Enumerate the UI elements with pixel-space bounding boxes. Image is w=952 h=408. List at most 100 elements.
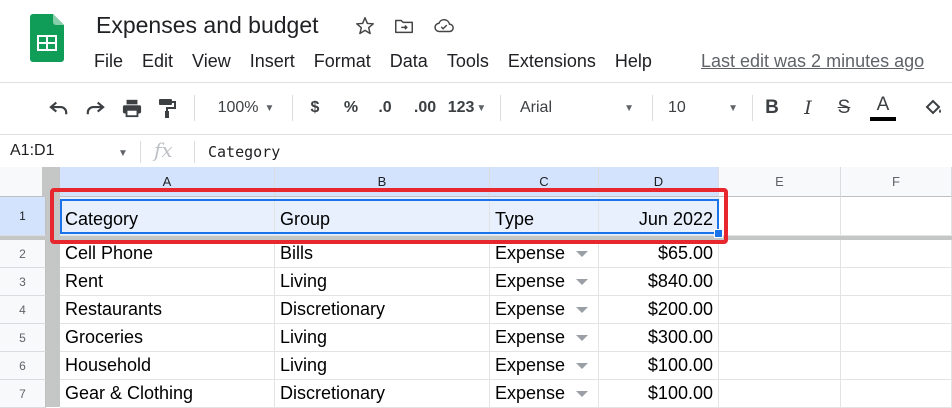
menu-help[interactable]: Help — [615, 51, 652, 73]
undo-icon[interactable] — [44, 83, 74, 133]
table-cell[interactable]: Gear & Clothing — [60, 380, 275, 408]
row-header[interactable]: 2 — [0, 240, 46, 268]
table-cell[interactable]: $200.00 — [599, 296, 719, 324]
table-cell[interactable] — [841, 380, 952, 408]
select-all-corner[interactable] — [0, 167, 46, 197]
row-header[interactable]: 4 — [0, 296, 46, 324]
cell-c1[interactable]: Type — [490, 197, 599, 236]
type-dropdown-cell[interactable]: Expense — [490, 240, 599, 268]
increase-decimal-button[interactable]: .00 — [408, 83, 442, 133]
zoom-select[interactable]: 100% ▼ — [210, 83, 282, 133]
menu-file[interactable]: File — [94, 51, 123, 73]
column-header-c[interactable]: C — [490, 167, 599, 197]
table-cell[interactable]: $65.00 — [599, 240, 719, 268]
table-cell[interactable]: $100.00 — [599, 380, 719, 408]
row-header[interactable]: 5 — [0, 324, 46, 352]
table-cell[interactable] — [841, 240, 952, 268]
column-header-e[interactable]: E — [719, 167, 841, 197]
table-cell[interactable]: Household — [60, 352, 275, 380]
table-cell[interactable]: Restaurants — [60, 296, 275, 324]
table-cell[interactable] — [841, 268, 952, 296]
menu-tools[interactable]: Tools — [447, 51, 489, 73]
fill-handle[interactable] — [714, 229, 723, 238]
table-cell[interactable]: Bills — [275, 240, 490, 268]
font-size-select[interactable]: 10 ▼ — [660, 83, 746, 133]
table-cell[interactable] — [719, 324, 841, 352]
move-folder-icon[interactable] — [392, 14, 416, 38]
text-color-button[interactable]: A — [866, 83, 900, 133]
type-dropdown-cell[interactable]: Expense — [490, 296, 599, 324]
table-cell[interactable]: $840.00 — [599, 268, 719, 296]
menu-edit[interactable]: Edit — [142, 51, 173, 73]
column-header-a[interactable]: A — [60, 167, 275, 197]
row-header[interactable]: 1 — [0, 197, 46, 236]
table-cell[interactable]: Groceries — [60, 324, 275, 352]
menu-view[interactable]: View — [192, 51, 231, 73]
type-dropdown-cell[interactable]: Expense — [490, 268, 599, 296]
cell-e1[interactable] — [719, 197, 841, 236]
type-dropdown-cell[interactable]: Expense — [490, 380, 599, 408]
cell-d1[interactable]: Jun 2022 — [599, 197, 719, 236]
menu-data[interactable]: Data — [390, 51, 428, 73]
dropdown-arrow-icon[interactable] — [576, 334, 588, 341]
row-header[interactable]: 6 — [0, 352, 46, 380]
strikethrough-button[interactable]: S — [830, 83, 858, 133]
table-cell[interactable]: Discretionary — [275, 380, 490, 408]
dropdown-arrow-icon[interactable] — [576, 250, 588, 257]
table-cell[interactable] — [719, 268, 841, 296]
dropdown-arrow-icon[interactable] — [576, 278, 588, 285]
star-icon[interactable] — [353, 14, 377, 38]
document-title[interactable]: Expenses and budget — [96, 12, 319, 39]
table-cell[interactable]: Living — [275, 268, 490, 296]
table-cell[interactable] — [719, 240, 841, 268]
table-cell[interactable] — [719, 380, 841, 408]
cell-f1[interactable] — [841, 197, 952, 236]
redo-icon[interactable] — [80, 83, 110, 133]
table-cell[interactable]: Living — [275, 324, 490, 352]
frozen-column-divider[interactable] — [46, 167, 60, 407]
column-header-b[interactable]: B — [275, 167, 490, 197]
column-header-d[interactable]: D — [599, 167, 719, 197]
type-dropdown-cell[interactable]: Expense — [490, 324, 599, 352]
fill-color-icon[interactable] — [918, 83, 948, 133]
print-icon[interactable] — [117, 83, 147, 133]
menu-format[interactable]: Format — [314, 51, 371, 73]
table-cell[interactable] — [841, 324, 952, 352]
dropdown-arrow-icon[interactable] — [576, 362, 588, 369]
table-cell[interactable] — [719, 296, 841, 324]
table-cell[interactable] — [719, 352, 841, 380]
name-box[interactable]: A1:D1 — [10, 142, 54, 160]
bold-button[interactable]: B — [758, 83, 786, 133]
dropdown-arrow-icon[interactable] — [576, 306, 588, 313]
italic-button[interactable]: I — [794, 83, 822, 133]
table-cell[interactable]: Living — [275, 352, 490, 380]
formula-input[interactable]: Category — [208, 143, 280, 161]
table-cell[interactable]: Rent — [60, 268, 275, 296]
table-cell[interactable]: $300.00 — [599, 324, 719, 352]
type-dropdown-cell[interactable]: Expense — [490, 352, 599, 380]
percent-format-button[interactable]: % — [338, 83, 364, 133]
menu-insert[interactable]: Insert — [250, 51, 295, 73]
last-edit-link[interactable]: Last edit was 2 minutes ago — [701, 51, 924, 72]
more-formats-button[interactable]: 123 ▼ — [444, 83, 490, 133]
decrease-decimal-button[interactable]: .0 — [370, 83, 400, 133]
table-cell[interactable]: Cell Phone — [60, 240, 275, 268]
cell-a1[interactable]: Category — [60, 197, 275, 236]
currency-format-button[interactable]: $ — [302, 83, 328, 133]
dropdown-arrow-icon[interactable] — [576, 390, 588, 397]
frozen-row-divider[interactable] — [0, 236, 952, 240]
table-cell[interactable] — [841, 352, 952, 380]
table-cell[interactable] — [841, 296, 952, 324]
paint-format-icon[interactable] — [152, 83, 182, 133]
row-header[interactable]: 3 — [0, 268, 46, 296]
chevron-down-icon[interactable]: ▼ — [118, 148, 128, 159]
sheets-logo-icon[interactable] — [30, 14, 64, 62]
table-cell[interactable]: $100.00 — [599, 352, 719, 380]
cloud-saved-icon[interactable] — [432, 14, 456, 38]
cell-b1[interactable]: Group — [275, 197, 490, 236]
table-cell[interactable]: Discretionary — [275, 296, 490, 324]
column-header-f[interactable]: F — [841, 167, 952, 197]
menu-extensions[interactable]: Extensions — [508, 51, 596, 73]
font-family-select[interactable]: Arial ▼ — [510, 83, 644, 133]
row-header[interactable]: 7 — [0, 380, 46, 408]
